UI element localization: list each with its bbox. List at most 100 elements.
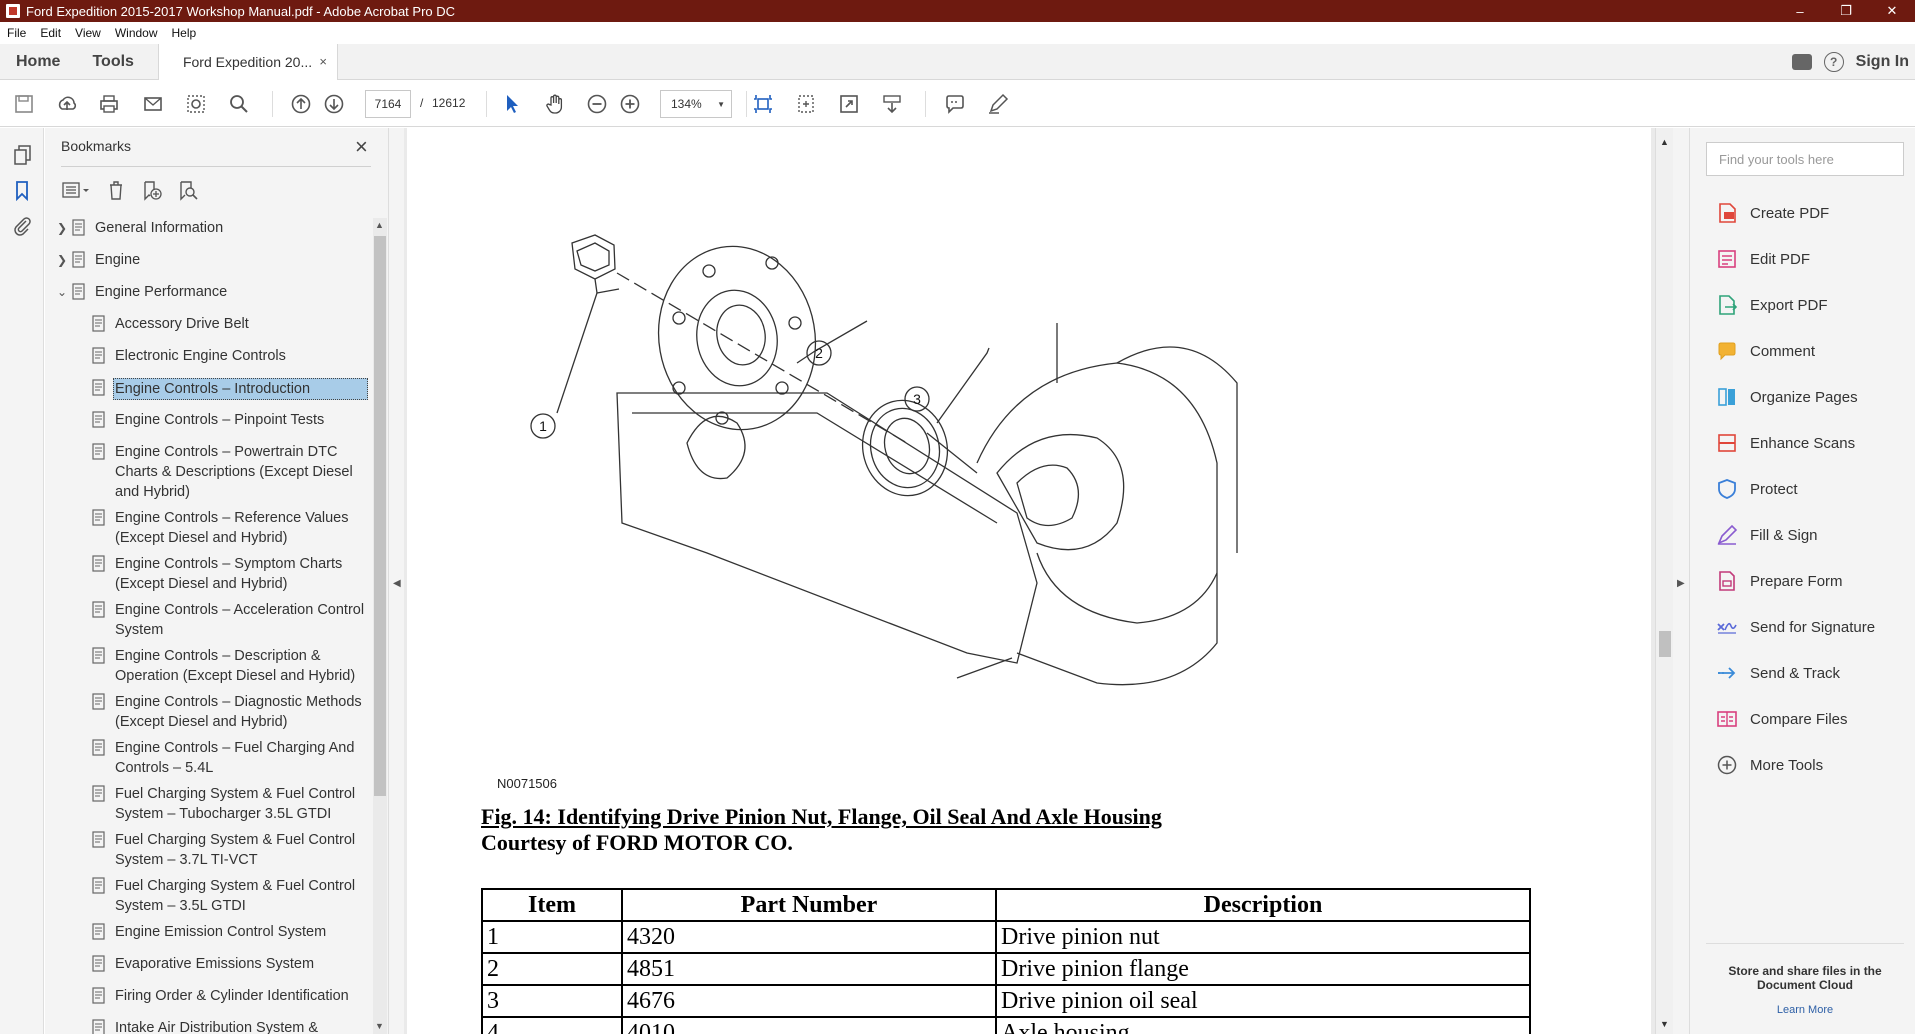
tool-fill-sign[interactable]: Fill & Sign (1716, 524, 1818, 546)
export-pdf-icon (1719, 295, 1738, 315)
bookmark-item[interactable]: Fuel Charging System & Fuel Control Syst… (91, 830, 370, 870)
tool-send-for-signature[interactable]: Send for Signature (1716, 616, 1875, 638)
tab-home[interactable]: Home (0, 44, 76, 80)
hand-tool-icon[interactable] (544, 93, 566, 115)
find-tools-input[interactable]: Find your tools here (1706, 142, 1904, 176)
scroll-mode-icon[interactable] (881, 93, 903, 115)
table-cell: 4 (481, 1016, 623, 1034)
bookmark-label: Electronic Engine Controls (115, 348, 286, 364)
menu-window[interactable]: Window (108, 26, 165, 40)
collapse-right-icon[interactable]: ▶ (1677, 578, 1685, 589)
email-icon[interactable] (142, 93, 164, 115)
bookmark-item[interactable]: Engine Controls – Symptom Charts (Except… (91, 554, 370, 594)
menu-file[interactable]: File (0, 26, 33, 40)
bookmark-item[interactable]: Intake Air Distribution System & (91, 1018, 370, 1034)
chevron-right-icon[interactable]: ❯ (57, 218, 71, 238)
maximize-button[interactable]: ❐ (1823, 0, 1869, 22)
bookmark-item[interactable]: Engine Controls – Pinpoint Tests (91, 410, 370, 430)
find-bookmark-icon[interactable] (177, 179, 199, 201)
bookmark-item[interactable]: Fuel Charging System & Fuel Control Syst… (91, 784, 370, 824)
tools-pane-collapse-handle[interactable]: ▶ (1673, 128, 1689, 1034)
zoom-in-icon[interactable] (619, 93, 641, 115)
close-tab-button[interactable]: × (319, 54, 327, 69)
panel-collapse-handle[interactable]: ◀ (388, 128, 404, 1034)
bookmark-label: Engine Controls – Powertrain DTC Charts … (115, 444, 353, 500)
new-bookmark-icon[interactable] (141, 179, 163, 201)
chevron-right-icon[interactable]: ❯ (57, 250, 71, 270)
search-icon[interactable] (228, 93, 250, 115)
bookmark-item[interactable]: ❯ General Information (57, 218, 350, 238)
scrollbar-thumb[interactable] (1659, 631, 1671, 657)
bookmarks-scrollbar[interactable]: ▲ ▼ (373, 218, 387, 1034)
tool-send-track[interactable]: Send & Track (1716, 662, 1840, 684)
learn-more-link[interactable]: Learn More (1706, 1004, 1904, 1016)
bookmark-item[interactable]: Engine Controls – Acceleration Control S… (91, 600, 370, 640)
tool-organize-pages[interactable]: Organize Pages (1716, 386, 1858, 408)
collapse-left-icon[interactable]: ◀ (393, 578, 401, 589)
chevron-down-icon[interactable]: ⌄ (57, 282, 71, 302)
bookmark-item[interactable]: Engine Controls – Diagnostic Methods (Ex… (91, 692, 370, 732)
bookmark-icon[interactable] (11, 179, 33, 202)
page-thumbnails-icon[interactable] (11, 144, 33, 166)
select-cursor-icon[interactable] (501, 93, 523, 115)
tool-edit-pdf[interactable]: Edit PDF (1716, 248, 1810, 270)
tool-label: Protect (1750, 480, 1798, 498)
previous-page-icon[interactable] (290, 93, 312, 115)
tool-protect[interactable]: Protect (1716, 478, 1798, 500)
document-scrollbar[interactable]: ▲ ▼ (1655, 128, 1673, 1034)
tab-tools[interactable]: Tools (76, 44, 149, 80)
scroll-up-icon[interactable]: ▲ (1660, 137, 1669, 147)
tool-prepare-form[interactable]: Prepare Form (1716, 570, 1843, 592)
tool-comment[interactable]: Comment (1716, 340, 1815, 362)
save-icon[interactable] (13, 93, 35, 115)
snapshot-icon[interactable] (185, 93, 207, 115)
sign-in-button[interactable]: Sign In (1856, 53, 1909, 71)
bookmark-item[interactable]: Accessory Drive Belt (91, 314, 370, 334)
tool-create-pdf[interactable]: Create PDF (1716, 202, 1829, 224)
bookmark-item[interactable]: Engine Emission Control System (91, 922, 370, 942)
menu-view[interactable]: View (68, 26, 108, 40)
scroll-down-icon[interactable]: ▼ (1660, 1019, 1669, 1029)
bookmark-item[interactable]: Fuel Charging System & Fuel Control Syst… (91, 876, 370, 916)
fit-page-icon[interactable] (752, 93, 774, 115)
bookmark-item-selected[interactable]: Engine Controls – Introduction (91, 378, 368, 400)
bookmark-options-icon[interactable] (61, 179, 89, 201)
bookmark-item[interactable]: ❯ Engine (57, 250, 350, 270)
zoom-out-icon[interactable] (586, 93, 608, 115)
zoom-level-select[interactable]: 134% ▼ (660, 90, 732, 118)
minimize-button[interactable]: – (1777, 0, 1823, 22)
close-bookmarks-button[interactable]: × (355, 134, 368, 160)
rotate-view-icon[interactable] (795, 93, 817, 115)
scrollbar-thumb[interactable] (374, 236, 386, 796)
notifications-icon[interactable] (1791, 53, 1812, 70)
help-icon[interactable]: ? (1823, 51, 1844, 72)
menu-edit[interactable]: Edit (33, 26, 68, 40)
scroll-up-icon[interactable]: ▲ (375, 220, 384, 230)
tool-compare-files[interactable]: Compare Files (1716, 708, 1848, 730)
full-screen-icon[interactable] (838, 93, 860, 115)
scroll-down-icon[interactable]: ▼ (375, 1021, 384, 1031)
tool-enhance-scans[interactable]: Enhance Scans (1716, 432, 1855, 454)
tool-more-tools[interactable]: More Tools (1716, 754, 1823, 776)
bookmark-item[interactable]: ⌄ Engine Performance (57, 282, 350, 302)
bookmark-item[interactable]: Electronic Engine Controls (91, 346, 370, 366)
draw-pen-icon[interactable] (987, 93, 1009, 115)
bookmark-item[interactable]: Engine Controls – Reference Values (Exce… (91, 508, 370, 548)
zoom-level-value: 134% (671, 97, 702, 111)
tab-document[interactable]: Ford Expedition 20... × (157, 43, 338, 80)
delete-bookmark-icon[interactable] (105, 179, 127, 201)
attachment-icon[interactable] (11, 214, 33, 236)
close-window-button[interactable]: ✕ (1869, 0, 1915, 22)
bookmark-item[interactable]: Evaporative Emissions System (91, 954, 370, 974)
tool-export-pdf[interactable]: Export PDF (1716, 294, 1828, 316)
bookmark-item[interactable]: Firing Order & Cylinder Identification (91, 986, 370, 1006)
print-icon[interactable] (98, 93, 120, 115)
next-page-icon[interactable] (323, 93, 345, 115)
upload-cloud-icon[interactable] (56, 93, 78, 115)
page-number-input[interactable]: 7164 (365, 90, 411, 118)
bookmark-item[interactable]: Engine Controls – Fuel Charging And Cont… (91, 738, 370, 778)
bookmark-item[interactable]: Engine Controls – Powertrain DTC Charts … (91, 442, 370, 502)
menu-help[interactable]: Help (165, 26, 204, 40)
comment-tool-icon[interactable] (944, 93, 966, 115)
bookmark-item[interactable]: Engine Controls – Description & Operatio… (91, 646, 370, 686)
